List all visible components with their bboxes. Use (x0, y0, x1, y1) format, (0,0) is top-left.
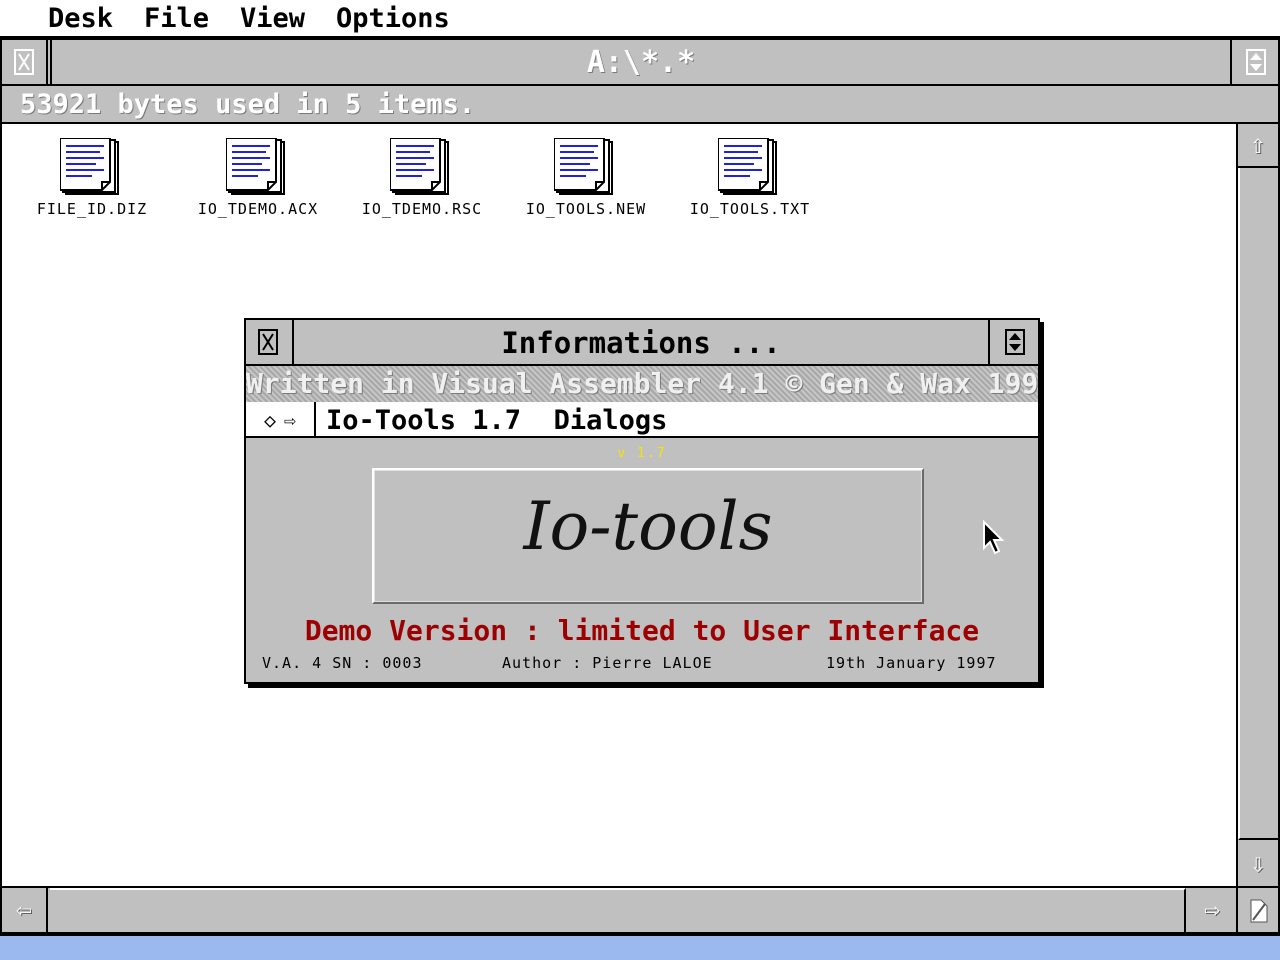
fuller-button[interactable] (1234, 40, 1278, 84)
scroll-up-button[interactable]: ⇧ (1238, 124, 1278, 168)
vertical-scrollbar[interactable]: ⇧ ⇩ (1236, 124, 1278, 886)
menu-options[interactable]: Options (336, 0, 450, 36)
version-label: v 1.7 (617, 446, 667, 461)
arrow-down-icon: ⇩ (1250, 849, 1266, 879)
menu-bar: Desk File View Options (0, 0, 1280, 38)
dialog-info-line: Written in Visual Assembler 4.1 © Gen & … (246, 366, 1038, 402)
close-button[interactable] (2, 40, 48, 84)
dialog-footer: V.A. 4 SN : 0003 Author : Pierre LALOE 1… (246, 654, 1038, 674)
arrow-right-icon[interactable]: ⇨ (284, 408, 296, 432)
file-icon-item[interactable]: IO_TDEMO.ACX (178, 138, 338, 220)
resize-icon (1250, 899, 1268, 923)
desktop-background-strip (0, 934, 1280, 960)
io-tools-logo: Io-tools (523, 488, 773, 565)
file-icon-item[interactable]: IO_TOOLS.TXT (670, 138, 830, 220)
demo-notice: Demo Version : limited to User Interface (304, 614, 980, 647)
author-credit: Author : Pierre LALOE (502, 654, 713, 672)
scroll-down-button[interactable]: ⇩ (1238, 842, 1278, 886)
file-name: IO_TDEMO.ACX (197, 200, 319, 218)
file-name: FILE_ID.DIZ (36, 200, 148, 218)
resize-button[interactable] (1236, 886, 1278, 932)
menu-desk[interactable]: Desk (48, 0, 113, 36)
file-icon-item[interactable]: IO_TDEMO.RSC (342, 138, 502, 220)
arrow-up-icon: ⇧ (1250, 130, 1266, 160)
file-icon-item[interactable]: IO_TOOLS.NEW (506, 138, 666, 220)
window-title[interactable]: A:\*.* (50, 40, 1232, 84)
text-document-icon (60, 138, 119, 195)
menu-view[interactable]: View (240, 0, 305, 36)
information-dialog: Informations ... Written in Visual Assem… (244, 318, 1040, 684)
dialog-nav-buttons[interactable]: ◇ ⇨ (246, 402, 316, 438)
dialog-fuller-button[interactable] (992, 320, 1038, 364)
serial-number: V.A. 4 SN : 0003 (262, 654, 423, 672)
mouse-pointer-icon (983, 520, 1005, 555)
file-name: IO_TOOLS.NEW (525, 200, 647, 218)
fuller-icon (1005, 329, 1025, 355)
dialog-title[interactable]: Informations ... (292, 320, 990, 364)
text-document-icon (390, 138, 449, 195)
file-name: IO_TOOLS.TXT (689, 200, 811, 218)
dialog-close-button[interactable] (246, 320, 290, 364)
dialog-menu-title[interactable]: Io-Tools 1.7 Dialogs (326, 402, 667, 438)
arrow-right-icon: ⇨ (1204, 895, 1220, 925)
diamond-left-icon[interactable]: ◇ (264, 408, 276, 432)
text-document-icon (226, 138, 285, 195)
logo-button[interactable]: Io-tools (372, 468, 924, 604)
file-name: IO_TDEMO.RSC (361, 200, 483, 218)
window-info-line: 53921 bytes used in 5 items. (2, 86, 1278, 124)
text-document-icon (718, 138, 777, 195)
menu-file[interactable]: File (144, 0, 209, 36)
dialog-menu-bar: ◇ ⇨ Io-Tools 1.7 Dialogs (246, 402, 1038, 438)
arrow-left-icon: ⇦ (16, 895, 32, 925)
window-title-bar[interactable]: A:\*.* (2, 40, 1278, 86)
horizontal-scrollbar[interactable]: ⇦ ⇨ (2, 886, 1236, 932)
vertical-scroll-thumb[interactable] (1238, 168, 1278, 840)
release-date: 19th January 1997 (826, 654, 997, 672)
close-icon (258, 329, 278, 355)
file-icon-item[interactable]: FILE_ID.DIZ (12, 138, 172, 220)
scroll-left-button[interactable]: ⇦ (2, 888, 48, 932)
close-icon (14, 49, 34, 75)
scroll-right-button[interactable]: ⇨ (1190, 888, 1234, 932)
fuller-icon (1246, 49, 1266, 75)
text-document-icon (554, 138, 613, 195)
horizontal-scroll-thumb[interactable] (50, 888, 1186, 932)
dialog-title-bar[interactable]: Informations ... (246, 320, 1038, 366)
